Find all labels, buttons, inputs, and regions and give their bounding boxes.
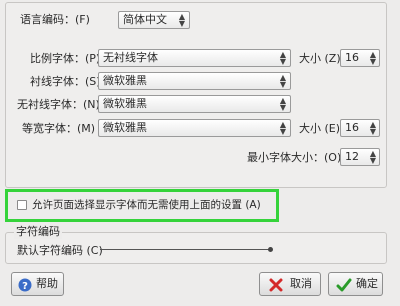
ok-button-label: 确定	[356, 277, 378, 290]
allow-pages-fonts-label[interactable]: 允许页面选择显示字体而无需使用上面的设置 (A)	[32, 198, 261, 212]
min-size-spinner[interactable]: 12 ▲ ▼	[340, 148, 380, 166]
serif-font-label: 衬线字体：(S)	[30, 75, 101, 88]
help-button-label: 帮助	[36, 277, 58, 290]
allow-pages-fonts-checkbox[interactable]	[17, 200, 27, 210]
updown-arrow-icon: ▲ ▼	[369, 149, 376, 165]
mono-size-spinner[interactable]: 16 ▲ ▼	[340, 119, 380, 137]
updown-arrow-icon: ▲ ▼	[279, 50, 286, 66]
size-value: 16	[345, 51, 359, 64]
monospace-font-combo[interactable]: 微软雅黑 ▲ ▼	[98, 119, 291, 137]
combo-handle-icon	[268, 247, 273, 252]
encoding-combo[interactable]: 简体中文 ▲ ▼	[118, 11, 190, 29]
updown-arrow-icon: ▲ ▼	[369, 50, 376, 66]
size-label: 大小 (Z):	[299, 52, 345, 65]
mono-size-label: 大小 (E):	[299, 122, 344, 135]
encoding-combo-value: 简体中文	[123, 13, 167, 26]
updown-arrow-icon: ▲ ▼	[178, 12, 185, 28]
updown-arrow-icon: ▲ ▼	[279, 120, 286, 136]
default-charset-label: 默认字符编码 (C)	[17, 244, 103, 257]
serif-font-value: 微软雅黑	[103, 74, 147, 87]
ok-button[interactable]: 确定	[328, 272, 383, 296]
sans-serif-font-label: 无衬线字体：(N)	[17, 98, 100, 111]
svg-text:?: ?	[22, 281, 28, 292]
check-icon	[336, 278, 352, 292]
serif-font-combo[interactable]: 微软雅黑 ▲ ▼	[98, 72, 291, 90]
help-button[interactable]: ? 帮助	[11, 272, 64, 296]
monospace-font-label: 等宽字体：(M)	[22, 122, 96, 135]
default-charset-combo[interactable]	[100, 247, 275, 253]
cancel-icon	[269, 278, 283, 292]
proportional-font-label: 比例字体：(P)	[30, 52, 101, 65]
updown-arrow-icon: ▲ ▼	[279, 96, 286, 112]
encoding-label: 语言编码：(F)	[20, 13, 90, 26]
help-icon: ?	[18, 278, 32, 292]
cancel-button-label: 取消	[290, 277, 312, 290]
updown-arrow-icon: ▲ ▼	[369, 120, 376, 136]
sans-serif-font-combo[interactable]: 微软雅黑 ▲ ▼	[98, 95, 291, 113]
size-spinner[interactable]: 16 ▲ ▼	[340, 49, 380, 67]
proportional-font-value: 无衬线字体	[103, 51, 158, 64]
updown-arrow-icon: ▲ ▼	[279, 73, 286, 89]
combo-track	[100, 249, 270, 250]
monospace-font-value: 微软雅黑	[103, 121, 147, 134]
sans-serif-font-value: 微软雅黑	[103, 97, 147, 110]
proportional-font-combo[interactable]: 无衬线字体 ▲ ▼	[98, 49, 291, 67]
charset-group-title: 字符编码	[14, 225, 62, 239]
min-size-label: 最小字体大小：(O)	[247, 151, 342, 164]
min-size-value: 12	[345, 150, 359, 163]
cancel-button[interactable]: 取消	[259, 272, 321, 296]
mono-size-value: 16	[345, 121, 359, 134]
